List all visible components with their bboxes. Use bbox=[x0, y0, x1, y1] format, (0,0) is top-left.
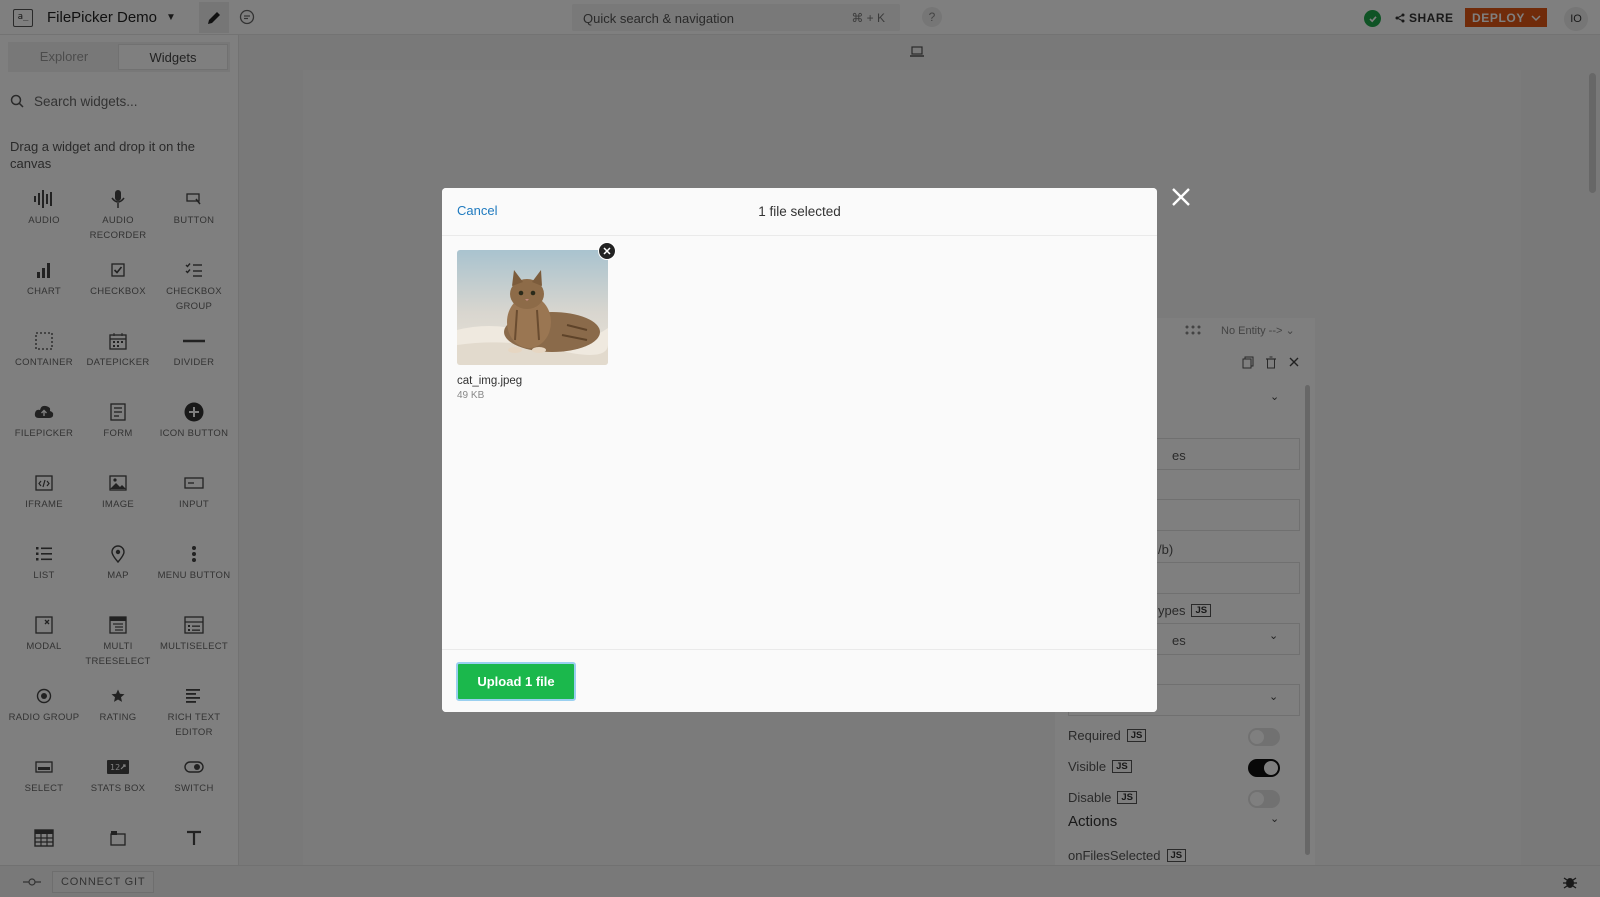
file-upload-modal: Cancel 1 file selected cat_img.jpeg 49 K… bbox=[442, 188, 1157, 712]
file-thumbnail bbox=[457, 250, 608, 365]
remove-file-button[interactable] bbox=[598, 242, 616, 260]
file-size: 49 KB bbox=[457, 390, 485, 401]
upload-button[interactable]: Upload 1 file bbox=[456, 662, 576, 701]
modal-title: 1 file selected bbox=[758, 204, 841, 219]
close-icon[interactable] bbox=[1170, 186, 1192, 208]
file-name: cat_img.jpeg bbox=[457, 375, 523, 387]
file-preview-card: cat_img.jpeg 49 KB bbox=[457, 242, 616, 401]
modal-header: Cancel 1 file selected bbox=[442, 188, 1157, 236]
close-icon bbox=[603, 247, 611, 255]
modal-footer: Upload 1 file bbox=[442, 649, 1157, 712]
